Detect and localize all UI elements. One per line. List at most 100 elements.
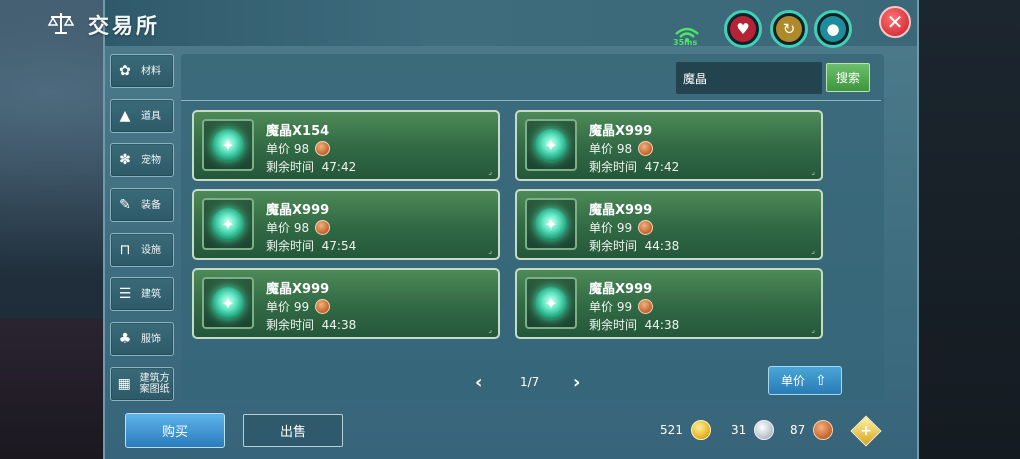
divider [181, 100, 881, 101]
background-ground [0, 319, 110, 459]
price-label: 单价 [589, 300, 614, 314]
item-thumbnail: ✦ [525, 277, 577, 329]
item-name: 魔晶X999 [589, 203, 653, 218]
hunger-status[interactable]: ↻ [770, 10, 808, 48]
sidebar-item-label: 宠物 [141, 154, 161, 166]
plus-icon: + [860, 423, 872, 439]
background-tree [910, 0, 1020, 459]
listing-card[interactable]: ✦ 魔晶X999 单价 98 剩余时间 47:42 ⌟ [515, 110, 823, 181]
time-value: 47:42 [321, 160, 357, 174]
equipment-icon: ✎ [119, 197, 131, 213]
time-value: 44:38 [644, 239, 680, 253]
sort-arrow-icon: ⇧ [815, 372, 827, 389]
sidebar-item-materials[interactable]: ✿ 材料 [110, 54, 174, 88]
copper-coin-icon [315, 220, 331, 235]
blueprint-icon: ▦ [117, 376, 131, 392]
time-row: 剩余时间 47:54 [266, 237, 356, 254]
facility-icon: ⊓ [119, 242, 131, 258]
time-label: 剩余时间 [266, 239, 315, 253]
item-name: 魔晶X154 [266, 124, 330, 139]
close-icon: ✕ [886, 10, 904, 34]
sort-by-price-button[interactable]: 单价 ⇧ [768, 366, 842, 395]
price-value: 98 [293, 141, 310, 156]
sort-label: 单价 [781, 374, 806, 388]
time-row: 剩余时间 44:38 [589, 316, 679, 333]
item-thumbnail: ✦ [202, 277, 254, 329]
corner-ornament-icon: ⌟ [488, 167, 492, 176]
item-name: 魔晶X999 [266, 282, 330, 297]
price-row: 单价 99 [589, 219, 654, 236]
price-label: 单价 [266, 221, 291, 235]
price-row: 单价 98 [266, 219, 331, 236]
sidebar-item-blueprint[interactable]: ▦ 建筑方案图纸 [110, 367, 174, 401]
building-icon: ☰ [118, 286, 132, 302]
price-value: 98 [293, 220, 310, 235]
page-title: 交易所 [88, 13, 160, 38]
corner-ornament-icon: ⌟ [811, 325, 815, 334]
magic-crystal-icon: ✦ [535, 129, 567, 161]
gold-amount: 521 [660, 423, 683, 437]
listing-card[interactable]: ✦ 魔晶X999 单价 99 剩余时间 44:38 ⌟ [515, 189, 823, 260]
silver-currency: 31 [731, 420, 775, 440]
search-input-value: 魔晶 [683, 72, 708, 86]
magic-crystal-icon: ✦ [212, 208, 244, 240]
sidebar-item-label: 建筑方案图纸 [139, 373, 170, 395]
time-row: 剩余时间 44:38 [266, 316, 356, 333]
copper-coin-icon [813, 420, 834, 440]
magic-crystal-icon: ✦ [212, 287, 244, 319]
sidebar-item-facility[interactable]: ⊓ 设施 [110, 233, 174, 267]
copper-coin-icon [638, 299, 654, 314]
copper-coin-icon [638, 220, 654, 235]
item-thumbnail: ✦ [525, 119, 577, 171]
listing-card[interactable]: ✦ 魔晶X999 单价 99 剩余时间 44:38 ⌟ [515, 268, 823, 339]
sidebar-item-props[interactable]: ▲ 道具 [110, 99, 174, 133]
copper-coin-icon [315, 299, 331, 314]
buy-button[interactable]: 购买 [125, 413, 225, 448]
corner-ornament-icon: ⌟ [488, 325, 492, 334]
sidebar-item-equipment[interactable]: ✎ 装备 [110, 188, 174, 222]
sidebar-item-label: 材料 [141, 65, 161, 77]
sell-button[interactable]: 出售 [243, 414, 343, 447]
time-label: 剩余时间 [266, 318, 315, 332]
price-row: 单价 99 [589, 298, 654, 315]
health-status[interactable]: ♥ [724, 10, 762, 48]
price-label: 单价 [266, 142, 291, 156]
item-name: 魔晶X999 [266, 203, 330, 218]
prev-page-button[interactable]: ‹ [475, 372, 482, 393]
price-row: 单价 99 [266, 298, 331, 315]
next-page-button[interactable]: › [573, 372, 580, 393]
water-status[interactable]: ● [814, 10, 852, 48]
gold-coin-icon [690, 420, 711, 440]
close-button[interactable]: ✕ [879, 6, 911, 38]
price-value: 99 [616, 220, 633, 235]
listing-card[interactable]: ✦ 魔晶X999 单价 98 剩余时间 47:54 ⌟ [192, 189, 500, 260]
pet-paw-icon: ✽ [119, 152, 131, 168]
item-name: 魔晶X999 [589, 124, 653, 139]
price-value: 99 [616, 299, 633, 314]
time-label: 剩余时间 [266, 160, 315, 174]
sidebar-item-label: 装备 [141, 199, 161, 211]
time-value: 47:42 [644, 160, 680, 174]
sidebar-item-label: 服饰 [141, 333, 161, 345]
time-value: 47:54 [321, 239, 357, 253]
corner-ornament-icon: ⌟ [488, 246, 492, 255]
copper-coin-icon [315, 141, 331, 156]
time-label: 剩余时间 [589, 318, 638, 332]
search-button[interactable]: 搜索 [826, 63, 870, 92]
heart-icon: ♥ [730, 16, 756, 42]
sidebar-item-pets[interactable]: ✽ 宠物 [110, 143, 174, 177]
sidebar-item-building[interactable]: ☰ 建筑 [110, 277, 174, 311]
listing-card[interactable]: ✦ 魔晶X154 单价 98 剩余时间 47:42 ⌟ [192, 110, 500, 181]
price-value: 98 [616, 141, 633, 156]
item-name: 魔晶X999 [589, 282, 653, 297]
price-label: 单价 [266, 300, 291, 314]
gold-currency: 521 [660, 420, 711, 440]
sidebar-item-clothing[interactable]: ♣ 服饰 [110, 322, 174, 356]
listing-card[interactable]: ✦ 魔晶X999 单价 99 剩余时间 44:38 ⌟ [192, 268, 500, 339]
copper-currency: 87 [790, 420, 834, 440]
ping-text: 35ms [673, 38, 698, 47]
corner-ornament-icon: ⌟ [811, 167, 815, 176]
scale-icon [47, 13, 75, 34]
time-row: 剩余时间 47:42 [589, 158, 679, 175]
time-row: 剩余时间 47:42 [266, 158, 356, 175]
